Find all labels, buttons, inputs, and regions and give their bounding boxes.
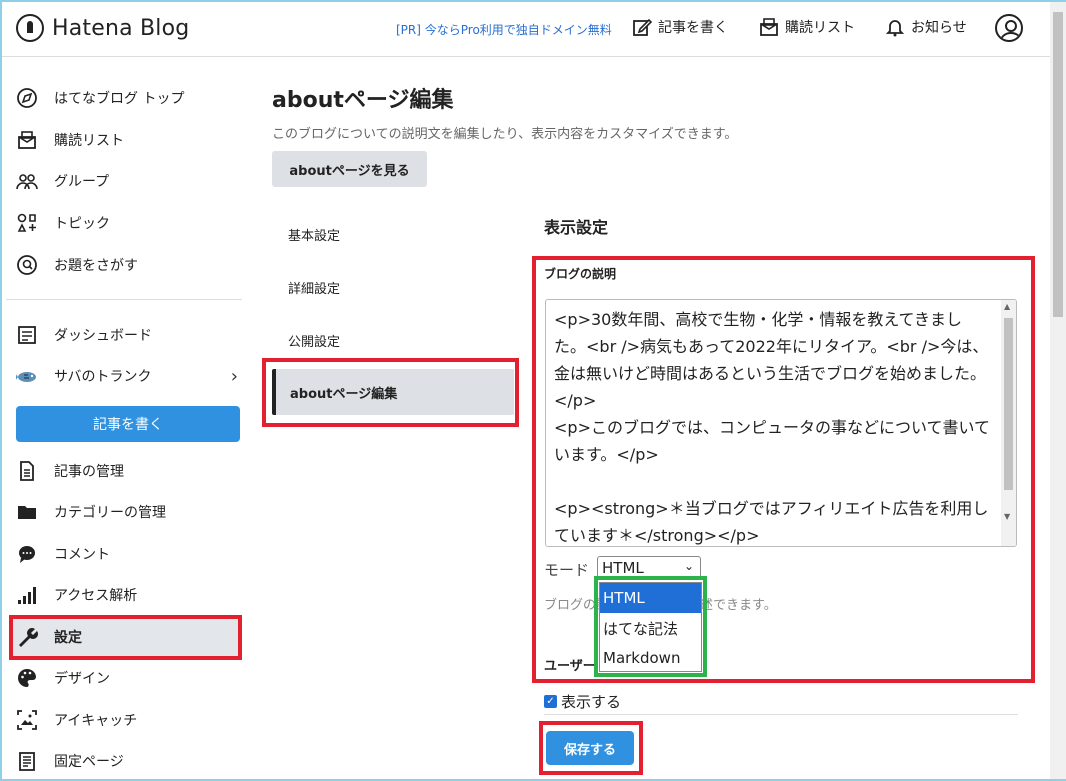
sidebar-item-label: お題をさがす bbox=[54, 258, 138, 274]
sidebar-item-hatena-top[interactable]: はてなブログ トップ bbox=[16, 78, 242, 118]
sidebar-item-search-theme[interactable]: お題をさがす bbox=[16, 245, 242, 285]
subnav-basic-settings[interactable]: 基本設定 bbox=[288, 225, 340, 244]
bar-chart-icon bbox=[16, 584, 38, 606]
page-description: このブログについての説明文を編集したり、表示内容をカスタマイズできます。 bbox=[272, 127, 738, 142]
sidebar: はてなブログ トップ 購読リスト グループ トピック お題をさがす ダッシュボー… bbox=[2, 58, 242, 779]
logo-text: Hatena Blog bbox=[52, 15, 190, 41]
highlight-mode-dropdown-box bbox=[594, 576, 707, 677]
sidebar-item-eyecatch[interactable]: アイキャッチ bbox=[16, 700, 242, 740]
divider bbox=[544, 714, 1018, 715]
topic-icon bbox=[16, 212, 38, 234]
edit-icon bbox=[633, 18, 652, 36]
header-reading-list-label: 購読リスト bbox=[785, 20, 855, 36]
subnav-publish-settings[interactable]: 公開設定 bbox=[288, 331, 340, 350]
view-about-page-button[interactable]: aboutページを見る bbox=[272, 151, 427, 187]
header-notifications-label: お知らせ bbox=[911, 20, 967, 36]
top-header: Hatena Blog [PR] 今ならPro利用で独自ドメイン無料 記事を書く… bbox=[2, 2, 1050, 57]
sidebar-item-label: ダッシュボード bbox=[54, 328, 152, 344]
pen-nib-icon bbox=[16, 14, 44, 42]
header-write-button[interactable]: 記事を書く bbox=[632, 17, 728, 37]
page-scrollbar-thumb[interactable] bbox=[1053, 12, 1063, 317]
sidebar-item-label: デザイン bbox=[54, 671, 110, 687]
folder-icon bbox=[16, 501, 38, 523]
highlight-save-box bbox=[539, 721, 643, 775]
highlight-about-nav-box bbox=[262, 358, 519, 427]
sidebar-item-label: アクセス解析 bbox=[54, 588, 138, 604]
hatena-blog-logo[interactable]: Hatena Blog bbox=[16, 14, 189, 42]
sidebar-item-blog[interactable]: サバのトランク › bbox=[16, 356, 242, 396]
compass-icon bbox=[16, 87, 38, 109]
show-checkbox-row[interactable]: ✓ 表示する bbox=[544, 691, 621, 712]
sidebar-item-comment[interactable]: コメント bbox=[16, 534, 242, 574]
sidebar-item-label: コメント bbox=[54, 547, 110, 563]
page-scrollbar[interactable] bbox=[1050, 2, 1066, 779]
chevron-right-icon: › bbox=[230, 366, 238, 387]
sidebar-item-group[interactable]: グループ bbox=[16, 161, 242, 201]
blog-avatar-icon bbox=[16, 365, 38, 387]
document-icon bbox=[16, 460, 38, 482]
comment-icon bbox=[16, 543, 38, 565]
user-avatar-icon[interactable] bbox=[995, 14, 1023, 42]
sidebar-item-label: 記事の管理 bbox=[54, 464, 124, 480]
sidebar-item-label: アイキャッチ bbox=[54, 713, 138, 729]
page-icon bbox=[16, 750, 38, 772]
checkbox-checked-icon[interactable]: ✓ bbox=[544, 695, 557, 708]
page-title: aboutページ編集 bbox=[272, 88, 454, 113]
dashboard-icon bbox=[16, 324, 38, 346]
sidebar-item-label: グループ bbox=[54, 174, 110, 190]
sidebar-item-topic[interactable]: トピック bbox=[16, 203, 242, 243]
sidebar-item-article-manage[interactable]: 記事の管理 bbox=[16, 451, 242, 491]
bell-icon bbox=[885, 20, 905, 37]
section-title: 表示設定 bbox=[544, 218, 609, 237]
image-icon bbox=[16, 709, 38, 731]
header-reading-list-button[interactable]: 購読リスト bbox=[759, 17, 855, 37]
reading-list-icon bbox=[16, 129, 38, 151]
sidebar-item-reading-list[interactable]: 購読リスト bbox=[16, 120, 242, 160]
group-icon bbox=[16, 170, 38, 192]
sidebar-divider bbox=[6, 299, 242, 300]
sidebar-item-label: 固定ページ bbox=[54, 754, 124, 770]
sidebar-write-button[interactable]: 記事を書く bbox=[16, 406, 240, 442]
sidebar-item-fixed-page[interactable]: 固定ページ bbox=[16, 741, 242, 781]
palette-icon bbox=[16, 667, 38, 689]
sidebar-item-access-analysis[interactable]: アクセス解析 bbox=[16, 575, 242, 615]
header-notifications-button[interactable]: お知らせ bbox=[885, 17, 967, 37]
header-write-label: 記事を書く bbox=[658, 20, 728, 36]
show-checkbox-label: 表示する bbox=[561, 693, 622, 711]
reading-list-icon bbox=[760, 18, 778, 36]
sidebar-item-label: トピック bbox=[54, 216, 110, 232]
sidebar-item-label: 購読リスト bbox=[54, 133, 124, 149]
sidebar-item-design[interactable]: デザイン bbox=[16, 658, 242, 698]
search-theme-icon bbox=[16, 254, 38, 276]
highlight-settings-box bbox=[9, 615, 242, 660]
pr-link[interactable]: [PR] 今ならPro利用で独自ドメイン無料 bbox=[396, 21, 612, 38]
sidebar-item-category-manage[interactable]: カテゴリーの管理 bbox=[16, 492, 242, 532]
subnav-detail-settings[interactable]: 詳細設定 bbox=[288, 278, 340, 297]
sidebar-item-label: カテゴリーの管理 bbox=[54, 505, 166, 521]
sidebar-item-label: サバのトランク bbox=[54, 369, 152, 385]
sidebar-item-dashboard[interactable]: ダッシュボード bbox=[16, 315, 242, 355]
sidebar-item-label: はてなブログ トップ bbox=[54, 91, 185, 107]
